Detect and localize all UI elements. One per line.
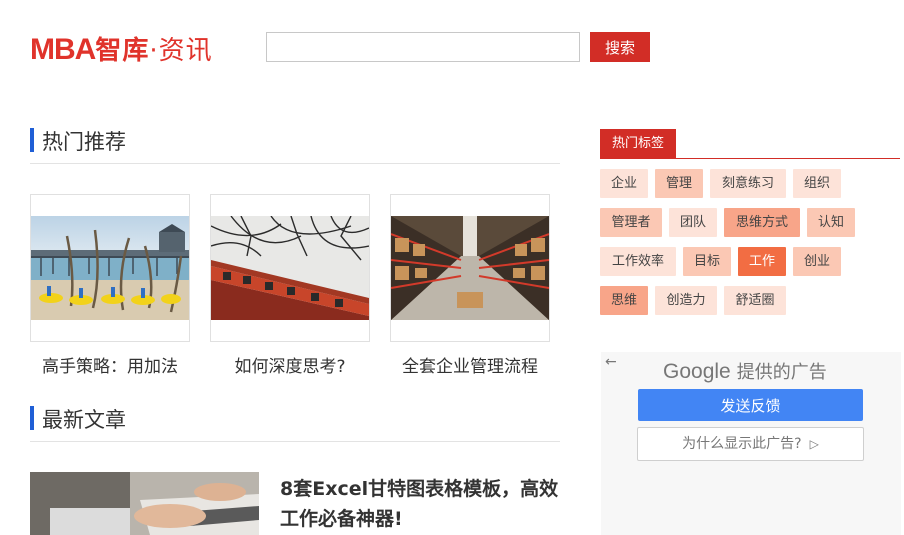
hot-section-header: 热门推荐	[30, 128, 560, 164]
tag-item[interactable]: 刻意练习	[710, 169, 786, 198]
tag-item[interactable]: 组织	[793, 169, 841, 198]
tag-item[interactable]: 企业	[600, 169, 648, 198]
section-accent-bar	[30, 406, 34, 430]
laptop-hands-image	[30, 472, 259, 535]
ad-panel: ← Google 提供的广告 发送反馈 为什么显示此广告? ▷	[601, 352, 901, 535]
tags-header: 热门标签	[600, 129, 900, 159]
tag-item[interactable]: 认知	[807, 208, 855, 237]
logo-zixun: ·资讯	[149, 36, 213, 66]
why-this-ad-button[interactable]: 为什么显示此广告? ▷	[637, 427, 864, 461]
logo-zhiku: 智库	[95, 36, 150, 66]
section-accent-bar	[30, 128, 34, 152]
warehouse-image	[391, 216, 549, 320]
hot-card-image-frame	[210, 194, 370, 342]
ad-provided-text: 提供的广告	[736, 362, 827, 382]
tag-item[interactable]: 思维方式	[724, 208, 800, 237]
site-logo[interactable]: MBA 智库 ·资讯	[30, 30, 213, 67]
tag-item[interactable]: 管理	[655, 169, 703, 198]
hot-section-title: 热门推荐	[42, 130, 126, 154]
search-input[interactable]	[266, 32, 580, 62]
hot-card-title[interactable]: 如何深度思考?	[210, 352, 370, 377]
latest-section-title: 最新文章	[42, 408, 126, 432]
tag-item[interactable]: 创造力	[655, 286, 717, 315]
hot-card-image-frame	[30, 194, 190, 342]
tag-item[interactable]: 团队	[669, 208, 717, 237]
logo-mba: MBA	[30, 33, 96, 66]
tag-item[interactable]: 管理者	[600, 208, 662, 237]
hot-card-title[interactable]: 全套企业管理流程	[390, 352, 550, 377]
back-arrow-icon[interactable]: ←	[605, 354, 617, 370]
pier-beach-image	[31, 216, 189, 320]
hot-card-image-frame	[390, 194, 550, 342]
send-feedback-button[interactable]: 发送反馈	[638, 389, 863, 421]
red-building-branches-image	[211, 216, 369, 320]
ad-brand-line: Google 提供的广告	[663, 358, 827, 384]
tags-title: 热门标签	[600, 129, 676, 158]
tag-item[interactable]: 思维	[600, 286, 648, 315]
hot-card-title[interactable]: 高手策略：用加法	[30, 352, 190, 377]
tag-item[interactable]: 目标	[683, 247, 731, 276]
adchoices-play-icon: ▷	[809, 437, 819, 451]
hot-card-2[interactable]: 如何深度思考?	[210, 194, 370, 377]
tag-item[interactable]: 创业	[793, 247, 841, 276]
search-button[interactable]: 搜索	[590, 32, 650, 62]
google-logo-text: Google	[663, 360, 731, 383]
tag-item[interactable]: 舒适圈	[724, 286, 786, 315]
latest-section-header: 最新文章	[30, 406, 560, 442]
article-thumbnail[interactable]	[30, 472, 259, 535]
tag-item[interactable]: 工作	[738, 247, 786, 276]
article-title[interactable]: 8套Excel甘特图表格模板，高效工作必备神器!	[280, 474, 560, 534]
hot-card-3[interactable]: 全套企业管理流程	[390, 194, 550, 377]
tag-item[interactable]: 工作效率	[600, 247, 676, 276]
hot-card-1[interactable]: 高手策略：用加法	[30, 194, 190, 377]
why-this-ad-label: 为什么显示此广告?	[682, 436, 802, 452]
